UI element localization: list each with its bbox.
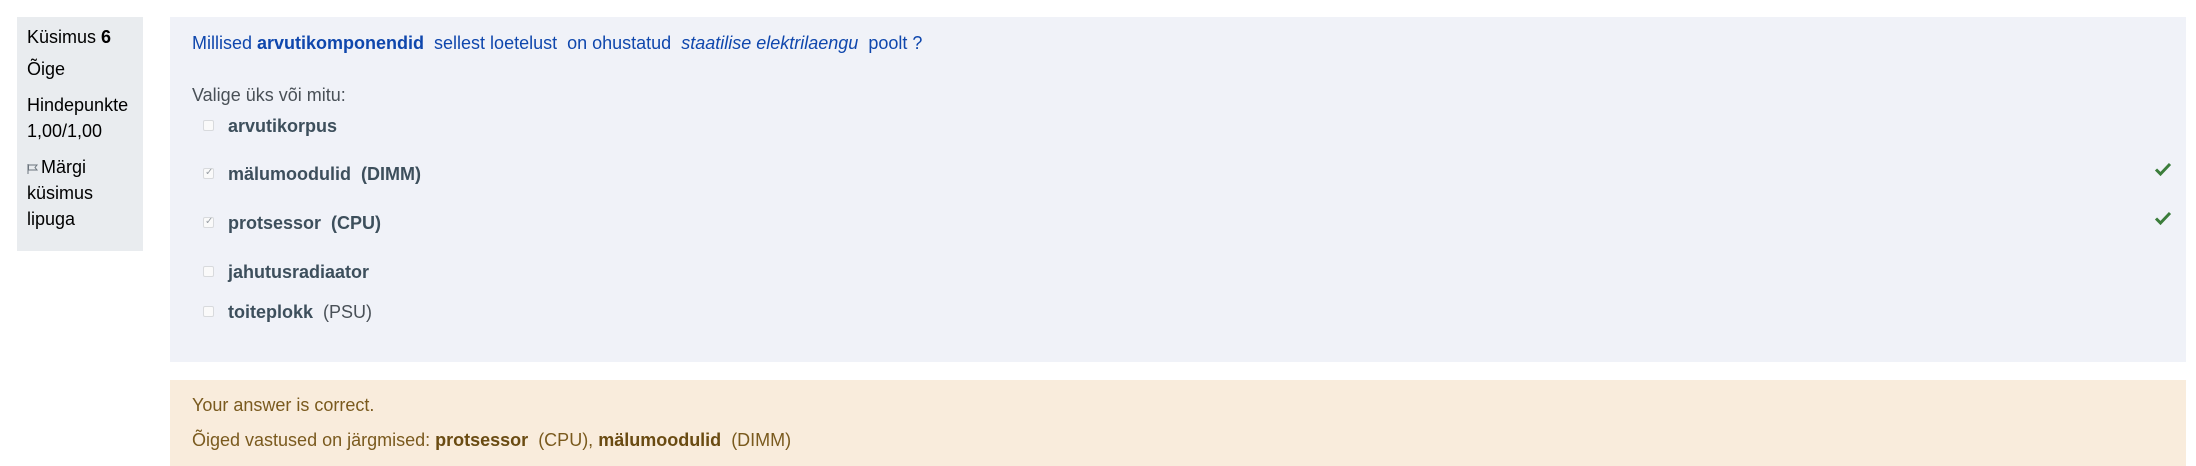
answer-option[interactable]: ✓ protsessor (CPU) — [192, 210, 2172, 236]
answer-option[interactable]: jahutusradiaator — [192, 259, 2172, 285]
correct-check-icon — [2154, 208, 2172, 226]
answer-checkbox[interactable]: ✓ — [203, 168, 214, 179]
feedback-result: Your answer is correct. — [192, 395, 375, 415]
answer-label[interactable]: mälumoodulid (DIMM) — [228, 161, 421, 187]
question-grade: Hindepunkte 1,00/1,00 — [27, 95, 129, 141]
question-number: Küsimus 6 — [27, 27, 112, 47]
answer-label[interactable]: jahutusradiaator — [228, 259, 369, 285]
answer-checkbox[interactable]: ✓ — [203, 217, 214, 228]
answer-option[interactable]: toiteplokk (PSU) — [192, 299, 2172, 325]
answer-checkbox[interactable] — [203, 266, 214, 277]
flag-icon[interactable] — [27, 156, 39, 174]
flag-question-link[interactable]: Märgi küsimus lipuga — [27, 154, 133, 232]
answer-prompt: Valige üks või mitu: — [192, 85, 346, 105]
right-answer-text: Õiged vastused on järgmised: protsessor … — [192, 430, 792, 450]
answer-label[interactable]: toiteplokk (PSU) — [228, 299, 372, 325]
question-state: Õige — [27, 59, 66, 79]
answer-option[interactable]: ✓ mälumoodulid (DIMM) — [192, 161, 2172, 187]
question-text: Millised arvutikomponendid sellest loete… — [192, 33, 923, 53]
answer-label[interactable]: protsessor (CPU) — [228, 210, 381, 236]
answer-label[interactable]: arvutikorpus — [228, 113, 337, 139]
answer-option[interactable]: arvutikorpus — [192, 113, 2172, 139]
question-formulation: Millised arvutikomponendid sellest loete… — [170, 17, 2186, 362]
feedback-panel: Your answer is correct. Õiged vastused o… — [170, 380, 2186, 466]
answer-checkbox[interactable] — [203, 120, 214, 131]
quiz-page: Küsimus 6 Õige Hindepunkte 1,00/1,00 Mär… — [0, 0, 2196, 466]
correct-check-icon — [2154, 159, 2172, 177]
answer-checkbox[interactable] — [203, 306, 214, 317]
question-info-panel: Küsimus 6 Õige Hindepunkte 1,00/1,00 Mär… — [17, 17, 143, 251]
